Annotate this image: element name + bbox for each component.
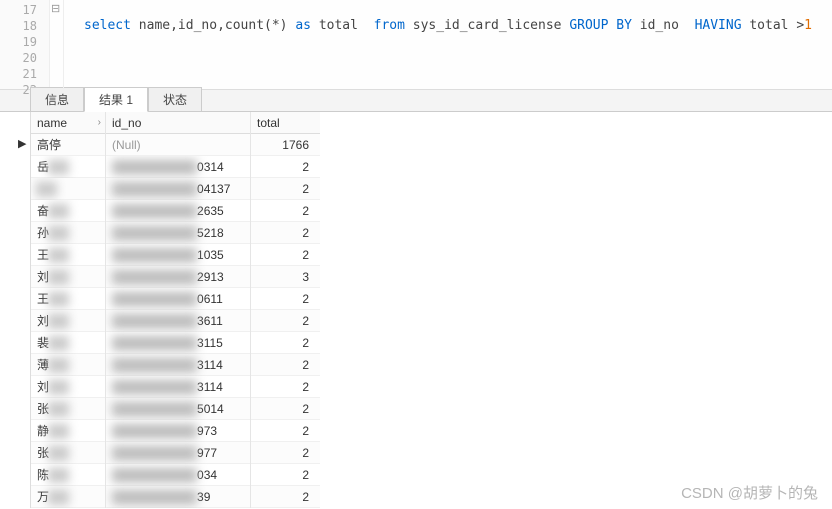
cell-name[interactable]: 奋██ [31,200,106,222]
table-row[interactable]: 王████████████10352 [31,244,320,266]
cell-total[interactable]: 2 [251,398,317,420]
cell-id-no[interactable]: ██████████39 [106,486,251,508]
tab-result-1[interactable]: 结果 1 [84,87,148,112]
line-number: 17 [0,2,49,18]
cell-total[interactable]: 2 [251,464,317,486]
grid-body[interactable]: ▶高停(Null)1766岳████████████03142█████████… [31,134,320,508]
cell-total[interactable]: 2 [251,244,317,266]
table-row[interactable]: 刘████████████29133 [31,266,320,288]
cell-id-no[interactable]: ██████████3611 [106,310,251,332]
column-header-total[interactable]: total [251,112,317,134]
table-row[interactable]: 刘████████████31142 [31,376,320,398]
cell-name[interactable]: 刘██ [31,376,106,398]
line-number: 21 [0,66,49,82]
table-row[interactable]: 静████████████9732 [31,420,320,442]
code-body[interactable]: select name,id_no,count(*) as total from… [64,0,832,89]
line-number: 18 [0,18,49,34]
code-line[interactable]: select name,id_no,count(*) as total from… [84,18,832,34]
table-row[interactable]: ▶高停(Null)1766 [31,134,320,156]
cell-name[interactable]: 高停 [31,134,106,156]
cell-total[interactable]: 2 [251,222,317,244]
cell-name[interactable]: 静██ [31,420,106,442]
table-row[interactable]: 万████████████392 [31,486,320,508]
table-row[interactable]: 张████████████9772 [31,442,320,464]
cell-name[interactable]: ██ [31,178,106,200]
cell-total[interactable]: 2 [251,354,317,376]
cell-total[interactable]: 2 [251,486,317,508]
cell-id-no[interactable]: ██████████973 [106,420,251,442]
cell-id-no[interactable]: ██████████1035 [106,244,251,266]
cell-id-no[interactable]: ██████████977 [106,442,251,464]
cell-name[interactable]: 张██ [31,398,106,420]
table-row[interactable]: 薄████████████31142 [31,354,320,376]
code-line[interactable] [84,2,832,18]
cell-name[interactable]: 张██ [31,442,106,464]
cell-id-no[interactable]: ██████████2635 [106,200,251,222]
column-header-name[interactable]: name [31,112,106,134]
tab-status[interactable]: 状态 [148,87,202,111]
cell-total[interactable]: 1766 [251,134,317,156]
cell-total[interactable]: 3 [251,266,317,288]
cell-id-no[interactable]: ██████████04137 [106,178,251,200]
table-row[interactable]: 刘████████████36112 [31,310,320,332]
code-line[interactable] [84,66,832,82]
cell-name[interactable]: 孙██ [31,222,106,244]
table-row[interactable]: 裴████████████31152 [31,332,320,354]
cell-id-no[interactable]: ██████████5218 [106,222,251,244]
cell-name[interactable]: 岳██ [31,156,106,178]
cell-total[interactable]: 2 [251,310,317,332]
cell-total[interactable]: 2 [251,156,317,178]
table-row[interactable]: ████████████041372 [31,178,320,200]
table-row[interactable]: 陈████████████0342 [31,464,320,486]
table-row[interactable]: 奋████████████26352 [31,200,320,222]
grid-header-row: name id_no total [31,112,320,134]
cell-name[interactable]: 万██ [31,486,106,508]
cell-total[interactable]: 2 [251,288,317,310]
cell-total[interactable]: 2 [251,200,317,222]
cell-id-no[interactable]: ██████████0611 [106,288,251,310]
table-row[interactable]: 岳████████████03142 [31,156,320,178]
cell-total[interactable]: 2 [251,178,317,200]
cell-total[interactable]: 2 [251,420,317,442]
cell-total[interactable]: 2 [251,442,317,464]
column-header-id-no[interactable]: id_no [106,112,251,134]
result-grid[interactable]: name id_no total ▶高停(Null)1766岳█████████… [30,112,320,508]
cell-name[interactable]: 刘██ [31,266,106,288]
cell-total[interactable]: 2 [251,332,317,354]
line-number: 19 [0,34,49,50]
watermark: CSDN @胡萝卜的兔 [681,482,818,503]
cell-name[interactable]: 陈██ [31,464,106,486]
current-row-marker-icon: ▶ [18,137,26,150]
fold-bar[interactable] [50,0,64,89]
cell-name[interactable]: 裴██ [31,332,106,354]
cell-name[interactable]: 刘██ [31,310,106,332]
cell-id-no[interactable]: ██████████3114 [106,354,251,376]
cell-id-no[interactable]: ██████████034 [106,464,251,486]
code-line[interactable] [84,50,832,66]
line-number: 20 [0,50,49,66]
cell-id-no[interactable]: ██████████2913 [106,266,251,288]
sql-editor[interactable]: 17 18 19 20 21 22 select name,id_no,coun… [0,0,832,90]
cell-name[interactable]: 王██ [31,288,106,310]
table-row[interactable]: 孙████████████52182 [31,222,320,244]
cell-id-no[interactable]: (Null) [106,134,251,156]
cell-name[interactable]: 王██ [31,244,106,266]
cell-id-no[interactable]: ██████████3114 [106,376,251,398]
cell-total[interactable]: 2 [251,376,317,398]
cell-id-no[interactable]: ██████████5014 [106,398,251,420]
tab-info[interactable]: 信息 [30,87,84,111]
cell-name[interactable]: 薄██ [31,354,106,376]
table-row[interactable]: 张████████████50142 [31,398,320,420]
cell-id-no[interactable]: ██████████3115 [106,332,251,354]
code-line[interactable] [84,34,832,50]
line-gutter: 17 18 19 20 21 22 [0,0,50,89]
cell-id-no[interactable]: ██████████0314 [106,156,251,178]
table-row[interactable]: 王████████████06112 [31,288,320,310]
